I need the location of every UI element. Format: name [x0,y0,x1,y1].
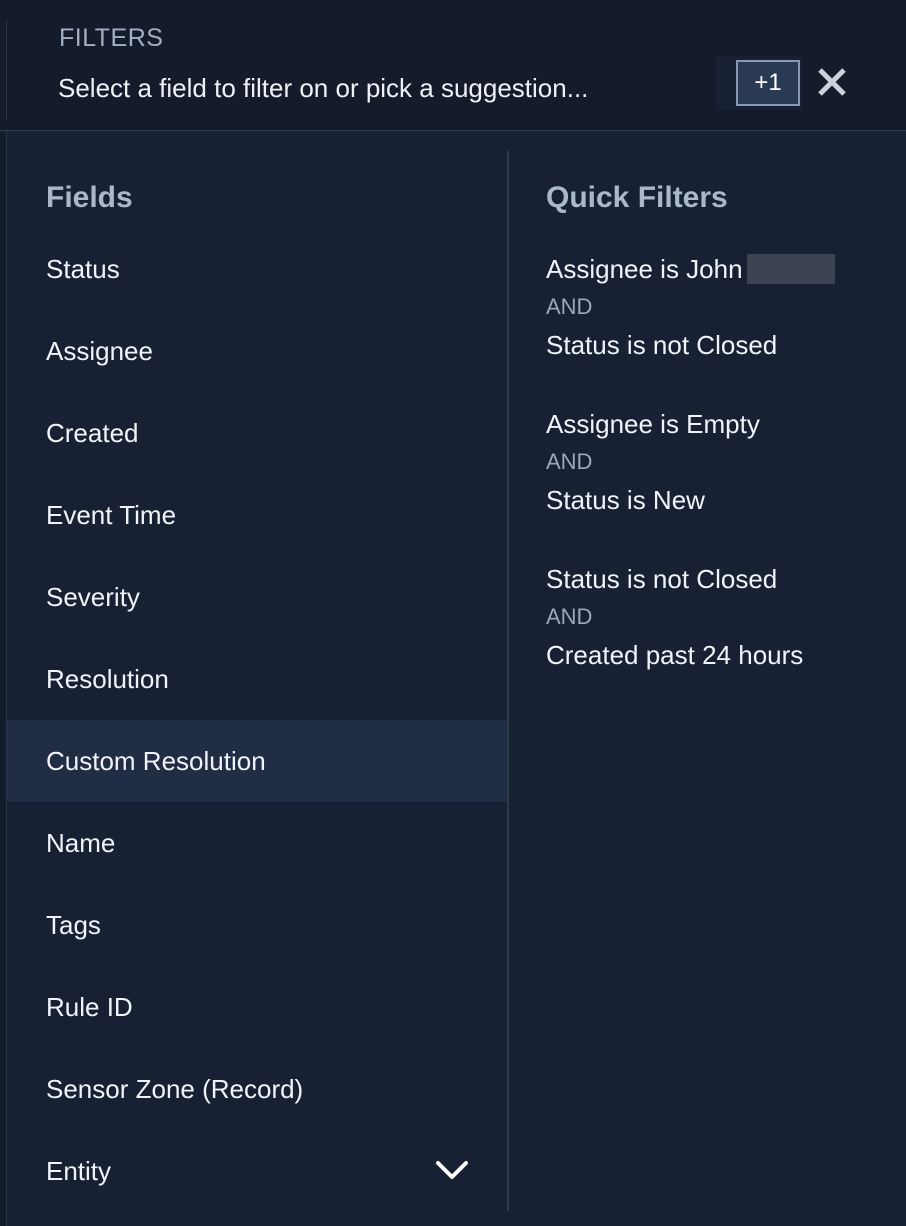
field-item-assignee[interactable]: Assignee [7,310,507,392]
field-item-created[interactable]: Created [7,392,507,474]
quick-filter-condition: Assignee is Empty [546,409,760,439]
header-divider [6,20,7,120]
field-item-sensor-zone[interactable]: Sensor Zone (Record) [7,1048,507,1130]
field-item-entity-label: Entity [46,1156,112,1186]
quick-filter-item[interactable]: Status is not Closed AND Created past 24… [546,560,886,674]
field-item-name[interactable]: Name [7,802,507,884]
quick-filters-heading: Quick Filters [546,181,728,214]
filter-dropdown-panel: Fields Quick Filters Status Assignee Cre… [6,131,906,1226]
quick-filter-joiner: AND [546,604,593,629]
quick-filter-item[interactable]: Assignee is Empty AND Status is New [546,405,886,519]
field-item-custom-resolution[interactable]: Custom Resolution [7,720,507,802]
close-button[interactable] [814,62,850,102]
quick-filter-joiner: AND [546,294,593,319]
column-divider [507,151,509,1211]
field-item-event-time[interactable]: Event Time [7,474,507,556]
quick-filter-condition-text: Assignee is John [546,254,743,284]
field-item-rule-id[interactable]: Rule ID [7,966,507,1048]
filters-label: FILTERS [59,24,164,52]
quick-filter-condition: Status is New [546,485,705,515]
quick-filter-item[interactable]: Assignee is John AND Status is not Close… [546,250,886,364]
chevron-down-icon[interactable] [435,1158,469,1182]
active-filter-count-badge[interactable]: +1 [736,60,800,106]
quick-filter-condition: Status is not Closed [546,564,778,594]
field-item-entity[interactable]: Entity [7,1130,507,1212]
fields-heading: Fields [46,181,133,214]
field-item-status[interactable]: Status [7,228,507,310]
quick-filters-list: Assignee is John AND Status is not Close… [546,250,886,715]
fields-list: Status Assignee Created Event Time Sever… [7,228,507,1212]
count-badge-container: +1 [716,56,802,110]
close-x-icon [818,68,846,96]
filter-search-input[interactable] [58,68,708,108]
quick-filter-condition: Created past 24 hours [546,640,804,670]
filter-header: FILTERS +1 [0,0,906,131]
field-item-severity[interactable]: Severity [7,556,507,638]
field-item-resolution[interactable]: Resolution [7,638,507,720]
quick-filter-condition: Status is not Closed [546,330,778,360]
quick-filter-condition: Assignee is John [546,250,886,288]
redacted-name [746,254,835,285]
field-item-tags[interactable]: Tags [7,884,507,966]
quick-filter-joiner: AND [546,449,593,474]
